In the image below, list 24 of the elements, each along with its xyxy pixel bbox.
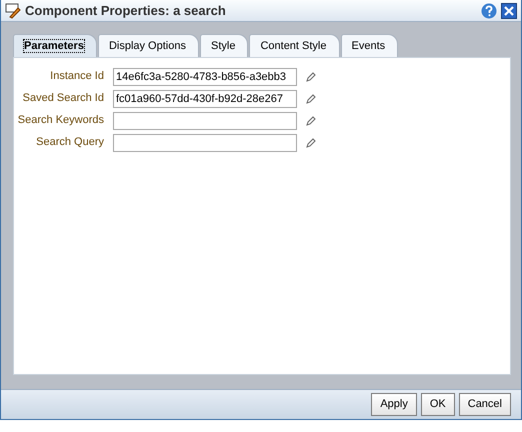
pencil-icon[interactable]	[306, 116, 316, 126]
field-label: Search Query	[35, 135, 105, 150]
input-field[interactable]	[113, 134, 297, 152]
dialog-button[interactable]: Apply	[371, 393, 417, 416]
field-label: Instance Id	[49, 69, 105, 84]
tab[interactable]: Content Style	[249, 34, 340, 56]
field-label: Saved Search Id	[22, 91, 105, 106]
dialog-button[interactable]: Cancel	[458, 393, 511, 416]
pencil-icon[interactable]	[306, 94, 316, 104]
input-field[interactable]: 14e6fc3a-5280-4783-b856-a3ebb3	[113, 68, 297, 86]
dialog-button[interactable]: OK	[420, 393, 455, 416]
field-label: Search Keywords	[16, 113, 105, 128]
tab[interactable]: Parameters	[13, 34, 97, 56]
tab[interactable]: Display Options	[98, 34, 199, 56]
tab[interactable]: Style	[200, 34, 248, 56]
input-field[interactable]	[113, 112, 297, 130]
input-field[interactable]: fc01a960-57dd-430f-b92d-28e267	[113, 90, 297, 108]
pencil-icon[interactable]	[306, 138, 316, 148]
window-title: Component Properties: a search	[25, 2, 227, 20]
pencil-icon	[5, 2, 21, 18]
help-icon[interactable]	[481, 2, 497, 18]
pencil-icon[interactable]	[306, 72, 316, 82]
close-icon[interactable]	[501, 2, 517, 18]
tab[interactable]: Events	[340, 34, 398, 56]
